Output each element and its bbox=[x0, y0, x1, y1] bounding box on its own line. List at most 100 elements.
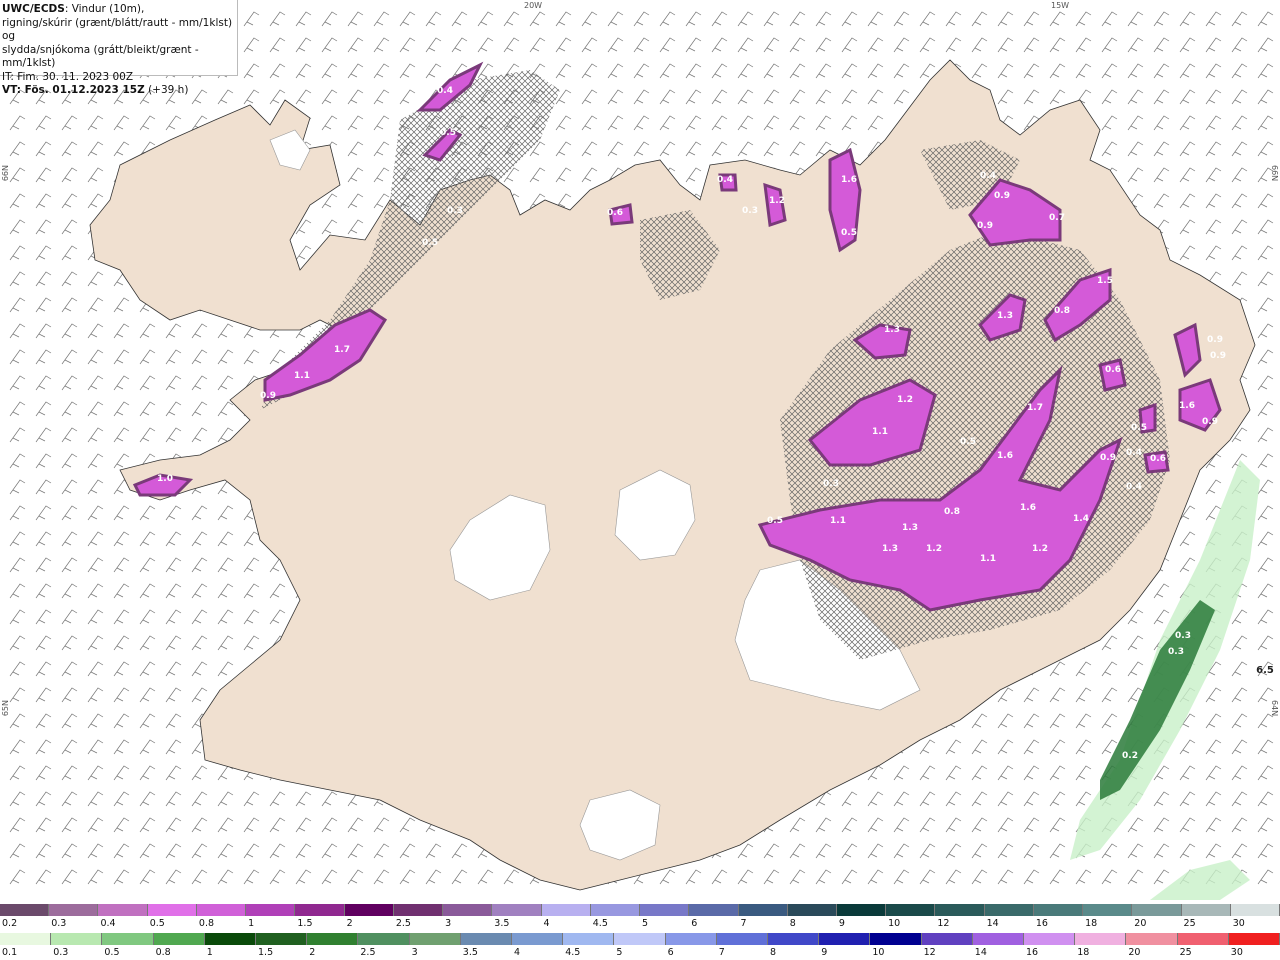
legend-color-cell bbox=[768, 933, 820, 945]
legend-tick-label: 2.5 bbox=[395, 918, 411, 929]
legend-color-cell bbox=[1132, 904, 1182, 916]
legend-tick-label: 0.4 bbox=[100, 918, 116, 929]
legend-color-cell bbox=[1033, 904, 1084, 916]
precip-value-label: 1.1 bbox=[294, 371, 310, 381]
info-init-time: IT: Fim. 30. 11. 2023 00Z bbox=[2, 70, 134, 83]
legend-color-cell bbox=[819, 933, 871, 945]
precip-value-label: 1.1 bbox=[830, 516, 846, 526]
precip-value-label: 0.5 bbox=[960, 437, 976, 447]
info-line1: : Vindur (10m), bbox=[64, 3, 145, 15]
precip-value-label: 1.2 bbox=[769, 196, 785, 206]
legend-color-cell bbox=[689, 904, 739, 916]
legend-tick-label: 16 bbox=[1026, 947, 1039, 958]
legend-tick-label: 8 bbox=[789, 918, 796, 929]
legend-tick-label: 2 bbox=[309, 947, 316, 958]
legend-tick-label: 10 bbox=[888, 918, 901, 929]
precip-value-label: 0.9 bbox=[994, 191, 1010, 201]
legend-tick-label: 0.2 bbox=[2, 918, 18, 929]
legend-color-cell bbox=[1230, 904, 1280, 916]
precip-value-label: 0.6 bbox=[607, 208, 623, 218]
precip-value-label: 0.9 bbox=[1202, 417, 1218, 427]
precip-value-label: 1.2 bbox=[926, 544, 942, 554]
legend-color-cell bbox=[640, 904, 690, 916]
legend-color-cell bbox=[147, 904, 197, 916]
precip-value-label: 1.0 bbox=[157, 474, 173, 484]
precip-value-label: 0.3 bbox=[447, 206, 463, 216]
legend-tick-label: 0.5 bbox=[149, 918, 165, 929]
legend-tick-label: 6 bbox=[667, 947, 674, 958]
legend-color-cell bbox=[1228, 933, 1280, 945]
precip-value-label: 1.1 bbox=[872, 427, 888, 437]
precip-value-label: 0.4 bbox=[1126, 448, 1142, 458]
grid-label-15w: 15W bbox=[1051, 1, 1070, 10]
precip-value-label: 1.6 bbox=[1020, 503, 1036, 513]
legend-color-cell bbox=[1083, 904, 1133, 916]
legend-color-cell bbox=[98, 904, 148, 916]
legend-tick-label: 2 bbox=[346, 918, 353, 929]
legend-tick-label: 4.5 bbox=[565, 947, 581, 958]
legend-tick-label: 6 bbox=[691, 918, 698, 929]
legend-tick-label: 5 bbox=[616, 947, 623, 958]
legend-tick-label: 9 bbox=[821, 947, 828, 958]
legend-color-cell bbox=[870, 933, 922, 945]
forecast-info-box: UWC/ECDS: Vindur (10m), rigning/skúrir (… bbox=[0, 0, 238, 96]
precip-value-label: 0.9 bbox=[977, 221, 993, 231]
legend-tick-label: 14 bbox=[986, 918, 999, 929]
legend-tick-label: 9 bbox=[838, 918, 845, 929]
legend-tick-label: 1 bbox=[248, 918, 255, 929]
legend-color-cell bbox=[49, 904, 99, 916]
precip-value-label: 1.3 bbox=[884, 325, 900, 335]
legend-tick-label: 1.5 bbox=[258, 947, 274, 958]
info-lead-time: (+39 h) bbox=[144, 84, 189, 96]
precip-value-label: 1.4 bbox=[1073, 514, 1089, 524]
legend-color-cell bbox=[716, 933, 769, 945]
legend-color-cell bbox=[541, 904, 591, 916]
legend-color-cell bbox=[393, 904, 444, 916]
legend-tick-label: 10 bbox=[872, 947, 885, 958]
precip-value-label: 0.4 bbox=[1126, 482, 1142, 492]
legend-color-cell bbox=[102, 933, 154, 945]
precip-value-label: 6.5 bbox=[1256, 665, 1274, 676]
legend-tick-label: 20 bbox=[1134, 918, 1147, 929]
precip-value-label: 1.7 bbox=[334, 345, 350, 355]
precip-value-label: 0.5 bbox=[440, 128, 456, 138]
precip-value-label: 0.3 bbox=[742, 206, 758, 216]
legend-tick-label: 3.5 bbox=[462, 947, 478, 958]
legend-tick-label: 7 bbox=[740, 918, 747, 929]
legend-color-cell bbox=[921, 933, 973, 945]
precip-value-label: 0.5 bbox=[841, 228, 857, 238]
precip-value-label: 1.1 bbox=[980, 554, 996, 564]
legend-rain-colorbar bbox=[0, 933, 1280, 945]
legend-color-cell bbox=[972, 933, 1025, 945]
precip-value-label: 0.2 bbox=[1122, 751, 1138, 761]
precip-value-label: 0.5 bbox=[1131, 423, 1147, 433]
legend-tick-label: 0.8 bbox=[198, 918, 215, 929]
precip-value-label: 0.7 bbox=[1049, 213, 1065, 223]
info-valid-time: VT: Fös. 01.12.2023 15Z bbox=[2, 84, 145, 96]
precip-value-label: 0.3 bbox=[1175, 631, 1191, 641]
legend-tick-label: 30 bbox=[1230, 947, 1243, 958]
legend-tick-label: 30 bbox=[1232, 918, 1245, 929]
precip-value-label: 1.6 bbox=[1179, 401, 1195, 411]
legend-color-cell bbox=[1075, 933, 1127, 945]
legend-tick-label: 0.3 bbox=[53, 947, 69, 958]
legend-tick-label: 0.3 bbox=[51, 918, 67, 929]
legend-tick-label: 0.1 bbox=[2, 947, 18, 958]
precip-value-label: 0.9 bbox=[1100, 453, 1116, 463]
precip-value-label: 1.3 bbox=[997, 311, 1013, 321]
legend-snow-labels: 0.2 0.3 0.4 0.5 0.8 1 1.5 2 2.5 3 3.5 4 4.5 5 6 7 8 9 10 12… bbox=[0, 918, 1280, 930]
legend-color-cell bbox=[738, 904, 788, 916]
legend-color-cell bbox=[295, 904, 345, 916]
legend-snow-colorbar bbox=[0, 904, 1280, 916]
legend-color-cell bbox=[492, 904, 542, 916]
info-line3: slydda/snjókoma (grátt/bleikt/grænt - mm… bbox=[2, 43, 199, 70]
legend-tick-label: 5 bbox=[642, 918, 649, 929]
precip-value-label: 0.4 bbox=[717, 175, 733, 185]
legend-color-cell bbox=[344, 904, 394, 916]
legend-tick-label: 4 bbox=[514, 947, 521, 958]
legend-rain-labels: 0.1 0.3 0.5 0.8 1 1.5 2 2.5 3 3.5 4 4.5 5 6 7 8 9 10 12 14 1… bbox=[0, 947, 1280, 959]
legend-color-cell bbox=[512, 933, 564, 945]
precip-value-label: 0.8 bbox=[944, 507, 960, 517]
legend-color-cell bbox=[460, 933, 513, 945]
legend-tick-label: 3.5 bbox=[494, 918, 510, 929]
